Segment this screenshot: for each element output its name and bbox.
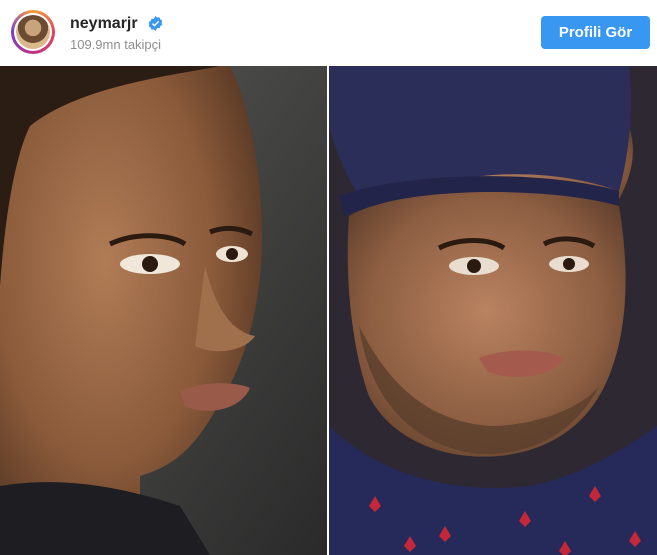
avatar-image — [16, 15, 50, 49]
avatar[interactable] — [11, 10, 55, 54]
young-portrait-photo[interactable] — [0, 66, 327, 555]
username[interactable]: neymarjr — [70, 15, 138, 33]
view-profile-button[interactable]: Profili Gör — [541, 16, 650, 49]
post-header: neymarjr 109.9mn takipçi Profili Gör — [0, 0, 657, 66]
verified-badge-icon — [148, 16, 163, 31]
older-portrait-photo[interactable] — [329, 66, 657, 555]
follower-count: 109.9mn takipçi — [70, 37, 162, 52]
